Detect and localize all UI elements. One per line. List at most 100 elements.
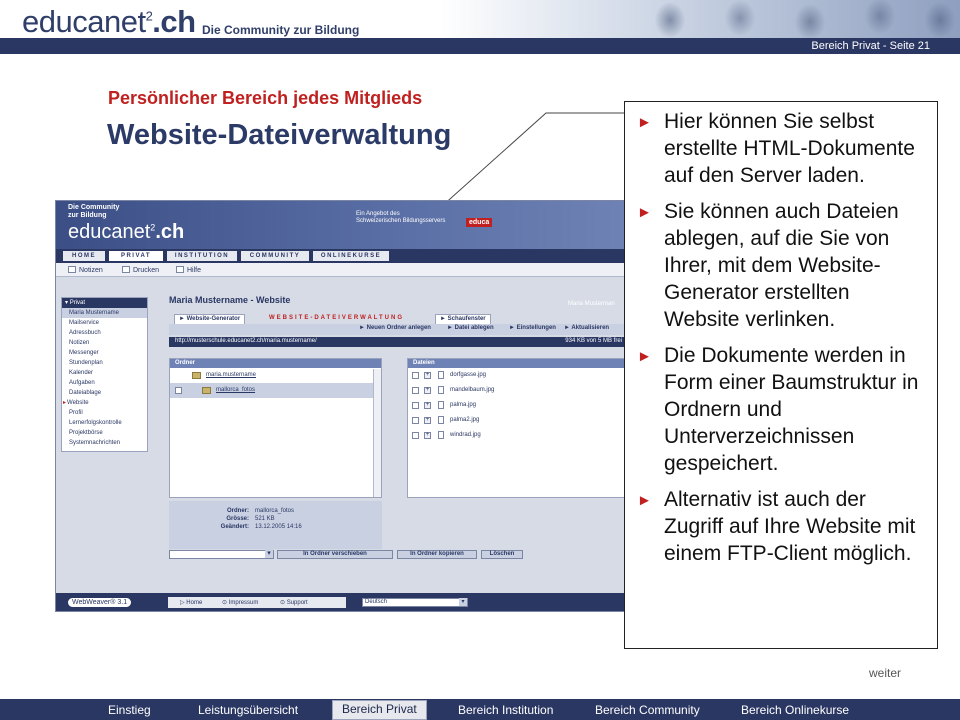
target-folder-select[interactable] [169,549,274,559]
tab-website-dateiverwaltung[interactable]: WEBSITE-DATEIVERWALTUNG [269,315,404,321]
website-path: http://musterschule.educanet2.ch/maria.m… [169,337,624,347]
sidebar-item-website[interactable]: Website [62,398,147,408]
app-toolbar: Notizen Drucken Hilfe [56,263,624,277]
folder-panel-head: Ordner [170,359,381,368]
action-new-folder[interactable]: ► Neuen Ordner anlegen [359,325,431,331]
nav-onlinekurse[interactable]: ONLINEKURSE [313,251,389,261]
sidebar-item-systemnachrichten[interactable]: Systemnachrichten [62,438,147,448]
content-title: Maria Mustername - Website [169,295,291,305]
file-row[interactable]: + windrad.jpg [408,428,624,443]
folder-checkbox[interactable] [175,387,182,394]
action-upload-file[interactable]: ► Datei ablegen [447,325,494,331]
file-panel: Dateien + dorfgasse.jpg + mandelbaum.jpg… [407,358,624,498]
callout-box: ► Hier können Sie selbst erstellte HTML-D… [624,101,938,649]
folder-row[interactable]: mallorca_fotos [170,383,381,398]
weiter-link[interactable]: weiter [869,666,901,680]
expand-icon[interactable]: + [424,372,431,379]
nav-privat[interactable]: PRIVAT [109,251,163,261]
file-checkbox[interactable] [412,402,419,409]
app-footer: WebWeaver® 3.1 ▷ Home ⊙ Impressum ⊙ Supp… [56,593,624,611]
help-icon [176,266,184,273]
bottom-nav-leistungsuebersicht[interactable]: Leistungsübersicht [198,703,298,717]
toolbar-hilfe[interactable]: Hilfe [176,266,201,274]
nav-home[interactable]: HOME [63,251,105,261]
bullet-arrow-icon: ► [637,114,652,131]
footer-link-support[interactable]: ⊙ Support [280,599,308,606]
folder-icon [192,372,201,379]
copy-to-folder-button[interactable]: In Ordner kopieren [397,550,477,559]
sidebar-item-profile[interactable]: Maria Mustername [62,308,147,318]
folder-row[interactable]: maria.mustername [170,368,381,383]
bottom-nav-bereich-institution[interactable]: Bereich Institution [458,703,553,717]
nav-institution[interactable]: INSTITUTION [167,251,237,261]
sidebar-item-profil[interactable]: Profil [62,408,147,418]
file-row[interactable]: + palma.jpg [408,398,624,413]
sidebar-item-aufgaben[interactable]: Aufgaben [62,378,147,388]
sidebar-item-lernerfolgskontrolle[interactable]: Lernerfolgskontrolle [62,418,147,428]
app-main-nav: HOME PRIVAT INSTITUTION COMMUNITY ONLINE… [56,249,624,307]
expand-icon[interactable]: + [424,432,431,439]
sidebar-item-messenger[interactable]: Messenger [62,348,147,358]
footer-link-home[interactable]: ▷ Home [180,599,202,606]
callout-bullet: ► Die Dokumente werden in Form einer Baum… [637,344,919,475]
action-settings[interactable]: ► Einstellungen [509,325,556,331]
bottom-nav-einstieg[interactable]: Einstieg [108,703,151,717]
tab-website-generator[interactable]: ► Website-Generator [174,314,246,324]
sidebar-item-projektboerse[interactable]: Projektbörse [62,428,147,438]
app-offer-text: Ein Angebot des Schweizerischen Bildungss… [356,211,446,224]
file-row[interactable]: + palma2.jpg [408,413,624,428]
file-icon [438,431,444,439]
sidebar-item-mailservice[interactable]: Mailservice [62,318,147,328]
toolbar-drucken[interactable]: Drucken [122,266,159,274]
action-refresh[interactable]: ► Aktualisieren [564,325,609,331]
sidebar-item-dateiablage[interactable]: Dateiablage [62,388,147,398]
footer-link-impressum[interactable]: ⊙ Impressum [222,599,258,606]
file-icon [438,371,444,379]
bullet-arrow-icon: ► [637,492,652,509]
callout-bullet: ► Hier können Sie selbst erstellte HTML-D… [637,110,915,187]
file-checkbox[interactable] [412,432,419,439]
sidebar-item-kalender[interactable]: Kalender [62,368,147,378]
app-tagline: Die Community zur Bildung [68,204,120,219]
folder-scrollbar[interactable] [373,369,381,497]
bullet-arrow-icon: ► [637,204,652,221]
file-row[interactable]: + mandelbaum.jpg [408,383,624,398]
print-icon [122,266,130,273]
sidebar-item-stundenplan[interactable]: Stundenplan [62,358,147,368]
callout-bullet: ► Alternativ ist auch der Zugriff auf Ihr… [637,488,916,565]
move-to-folder-button[interactable]: In Ordner verschieben [277,550,393,559]
delete-button[interactable]: Löschen [481,550,523,559]
quota-info: 934 KB von 5 MB frei [565,338,622,344]
tab-schaufenster[interactable]: ► Schaufenster [435,314,491,324]
toolbar-notizen[interactable]: Notizen [68,266,103,274]
notes-icon [68,266,76,273]
file-icon [438,416,444,424]
educa-badge[interactable]: educa [466,218,493,227]
file-icon [438,386,444,394]
file-icon [438,401,444,409]
bottom-nav-bereich-community[interactable]: Bereich Community [595,703,700,717]
file-panel-head: Dateien [408,359,624,368]
sidebar-item-notizen[interactable]: Notizen [62,338,147,348]
file-checkbox[interactable] [412,387,419,394]
app-content: Maria Mustername - Website ► Website-Gen… [169,291,624,601]
sidebar-head[interactable]: ▾ Privat [62,298,147,308]
file-row[interactable]: + dorfgasse.jpg [408,368,624,383]
file-checkbox[interactable] [412,372,419,379]
expand-icon[interactable]: + [424,417,431,424]
sidebar-item-adressbuch[interactable]: Adressbuch [62,328,147,338]
app-sidebar: ▾ Privat Maria Mustername Mailservice Ad… [61,297,148,452]
folder-panel: Ordner maria.mustername mallorca_fotos [169,358,382,498]
footer-links: ▷ Home ⊙ Impressum ⊙ Support [168,597,346,608]
expand-icon[interactable]: + [424,402,431,409]
expand-icon[interactable]: + [424,387,431,394]
webweaver-badge: WebWeaver® 3.1 [68,598,132,607]
file-checkbox[interactable] [412,417,419,424]
nav-community[interactable]: COMMUNITY [241,251,309,261]
language-select[interactable]: Deutsch [362,598,468,607]
app-header: Die Community zur Bildung educanet2.ch Ei… [56,201,624,249]
bottom-nav-bereich-onlinekurse[interactable]: Bereich Onlinekurse [741,703,849,717]
app-logo[interactable]: educanet2.ch [68,221,184,244]
bottom-nav-bereich-privat[interactable]: Bereich Privat [332,700,427,720]
folder-icon [202,387,211,394]
